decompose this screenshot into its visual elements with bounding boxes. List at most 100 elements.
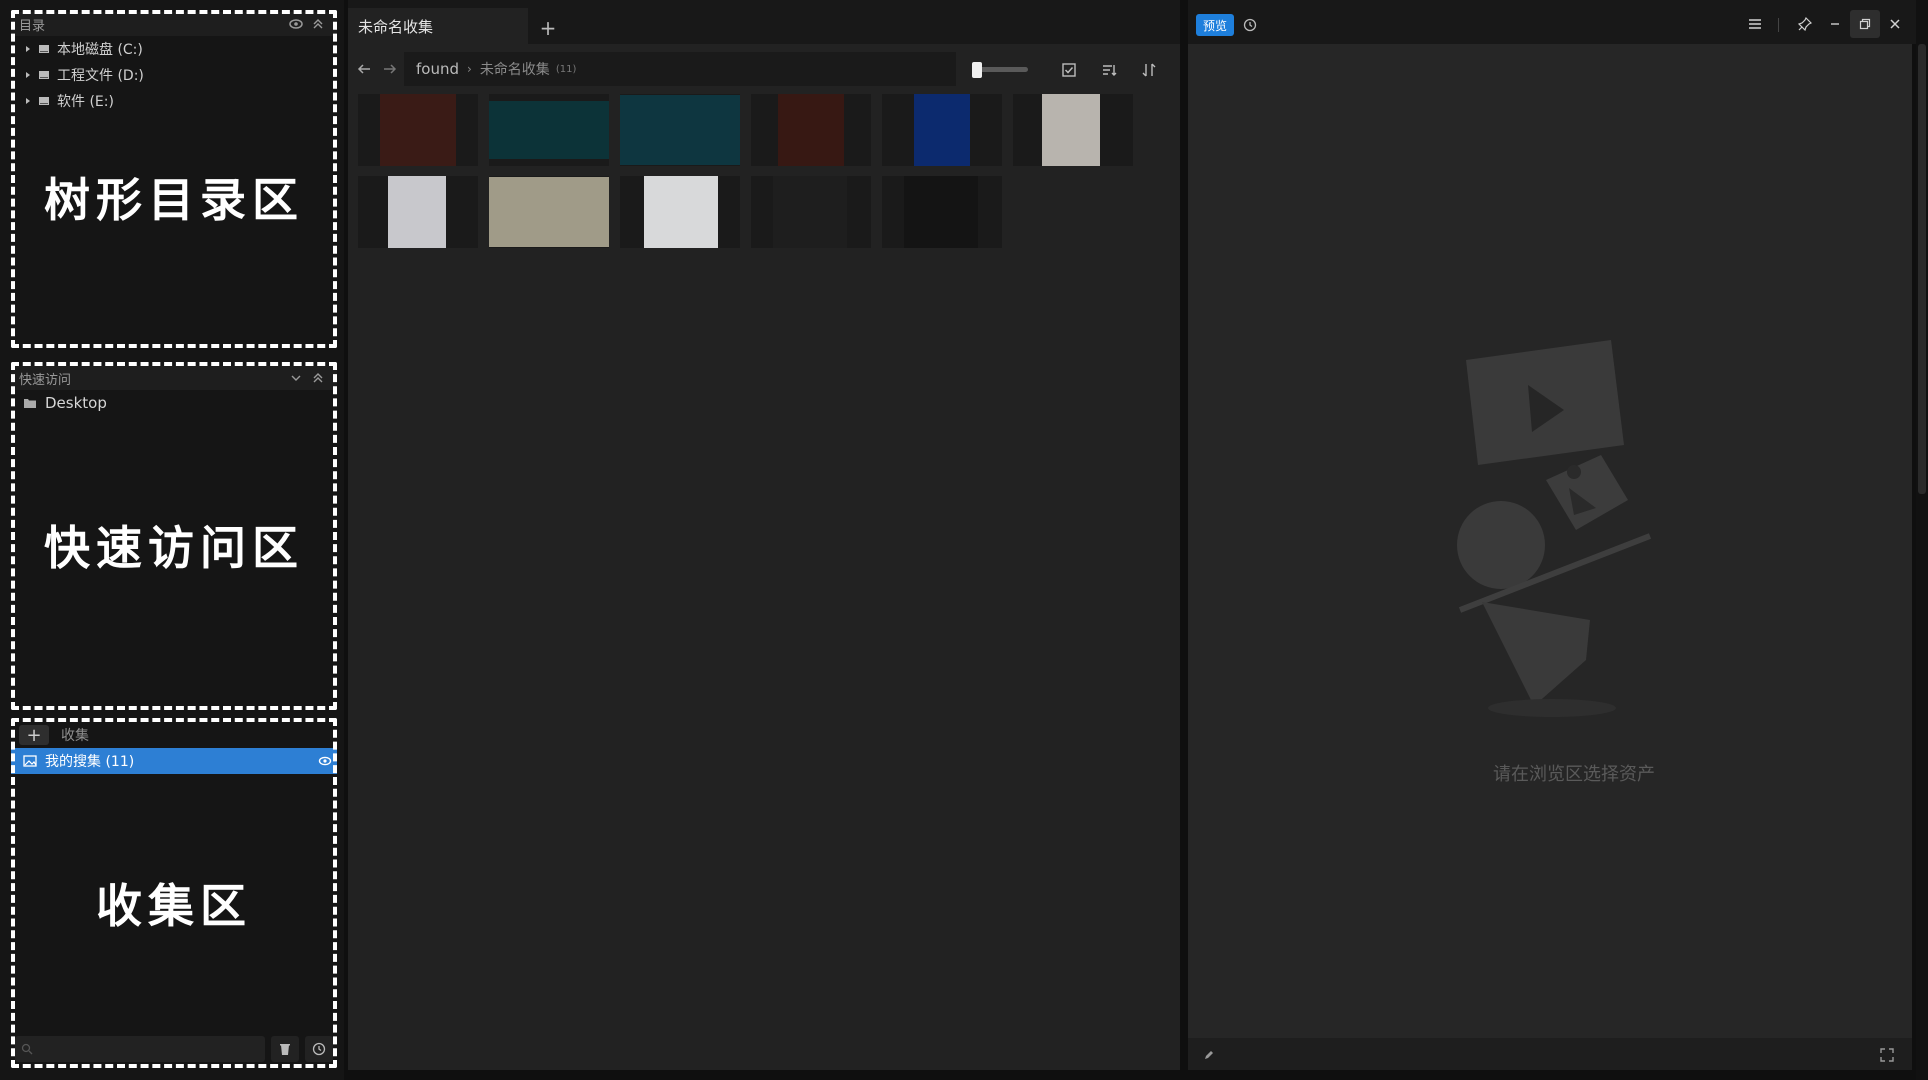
history-icon[interactable] [1238,14,1262,36]
caret-right-icon[interactable] [21,71,35,79]
close-icon[interactable] [1880,10,1910,38]
thumb-blue-robot [914,94,970,166]
collections-title: 收集 [61,728,89,744]
thumbnail-item[interactable] [489,94,609,166]
thumb-blue-machine [388,176,446,248]
preview-footer [1188,1038,1912,1070]
thumbnail-item[interactable] [489,176,609,248]
thumbnail-item[interactable] [358,176,478,248]
collection-search[interactable] [15,1036,265,1062]
thumb-night-city-2 [620,95,740,165]
tab-bar: 未命名收集 + [348,0,1180,44]
preview-placeholder-text: 请在浏览区选择资产 [1493,764,1655,785]
eye-icon[interactable] [285,13,307,35]
search-input[interactable] [33,1041,265,1057]
thumb-dark-shoe [773,176,847,248]
empty-preview-illustration [1456,340,1666,720]
caret-right-icon[interactable] [21,45,35,53]
edit-icon[interactable] [1198,1044,1220,1066]
caret-right-icon[interactable] [21,97,35,105]
tree-item-label: 工程文件 (D:) [57,68,144,84]
directory-title: 目录 [19,18,46,34]
collection-label: 我的搜集 (11) [45,754,135,770]
slider-knob[interactable] [972,62,982,78]
minimize-icon[interactable] [1820,10,1850,38]
forward-arrow-icon[interactable] [378,57,402,81]
quick-access-annotation: 快速访问区 [44,521,304,575]
thumb-yellow-radio [644,176,718,248]
tree-item-drive-d[interactable]: 工程文件 (D:) [11,62,337,88]
thumbnail-item[interactable] [882,94,1002,166]
chevron-down-icon[interactable] [285,367,307,389]
breadcrumb-current[interactable]: 未命名收集 [480,59,550,79]
quick-access-title: 快速访问 [19,372,72,388]
navigation-bar: found › 未命名收集 (11) [348,52,1180,86]
quick-access-label: Desktop [45,394,107,412]
collapse-icon[interactable] [307,13,329,35]
thumbnail-item[interactable] [751,94,871,166]
preview-mode-button[interactable]: 预览 [1196,14,1234,36]
fullscreen-icon[interactable] [1876,1044,1898,1066]
preview-topbar: 预览 [1188,0,1928,44]
thumb-red-figure-2 [778,94,844,166]
quick-access-item-desktop[interactable]: Desktop [11,390,337,416]
tab-label: 未命名收集 [358,17,434,36]
trash-button[interactable] [271,1036,299,1062]
thumb-colorful-poster [489,177,609,247]
add-tab-button[interactable]: + [534,14,562,42]
quick-access-header: 快速访问 [11,366,337,390]
select-all-icon[interactable] [1056,57,1082,83]
thumbnail-item[interactable] [1013,94,1133,166]
directory-tree: 本地磁盘 (C:) 工程文件 (D:) 软件 (E:) [11,36,337,114]
thumb-dark-sneaker [904,176,978,248]
topbar-divider [1778,18,1779,32]
directory-panel: 目录 本地磁盘 (C:) 工程文件 (D:) 软件 (E:) 树形目录区 [11,12,337,344]
left-footer [11,1034,337,1064]
preview-panel: 预览 请在浏览区选择资产 [1188,0,1928,1070]
folder-icon [21,397,39,409]
tab-unnamed-collection[interactable]: 未命名收集 [348,8,528,44]
history-button[interactable] [305,1036,333,1062]
browser-area: 未命名收集 + found › 未命名收集 (11) [348,0,1180,1070]
thumbnail-item[interactable] [358,94,478,166]
directory-annotation: 树形目录区 [44,173,304,227]
thumbnail-item[interactable] [620,94,740,166]
thumbnail-size-slider[interactable] [972,62,1028,78]
tree-item-drive-e[interactable]: 软件 (E:) [11,88,337,114]
collections-annotation: 收集区 [96,879,252,933]
directory-header: 目录 [11,12,337,36]
tree-item-label: 软件 (E:) [57,94,114,110]
collections-header: + 收集 [11,722,337,748]
collections-panel: + 收集 我的搜集 (11) 收集区 [11,722,337,1032]
collection-item-my-collection[interactable]: 我的搜集 (11) [11,748,337,774]
thumb-night-city [489,101,609,159]
tree-item-drive-c[interactable]: 本地磁盘 (C:) [11,36,337,62]
restore-icon[interactable] [1850,10,1880,38]
thumbnail-item[interactable] [620,176,740,248]
pin-icon[interactable] [1790,10,1820,38]
sort-order-icon[interactable] [1096,57,1122,83]
breadcrumb-root[interactable]: found [416,60,459,78]
item-count: (11) [555,63,577,75]
drive-icon [35,69,53,81]
collapse-icon[interactable] [307,367,329,389]
address-bar[interactable]: found › 未命名收集 (11) [404,52,956,86]
breadcrumb-separator-icon: › [467,62,472,76]
add-collection-button[interactable]: + [19,725,49,746]
tree-item-label: 本地磁盘 (C:) [57,42,143,58]
quick-access-panel: 快速访问 Desktop 快速访问区 [11,366,337,706]
back-arrow-icon[interactable] [352,57,376,81]
thumb-isometric [1042,94,1100,166]
eye-icon[interactable] [313,754,337,768]
scrollbar-thumb[interactable] [1918,44,1926,494]
search-icon [21,1043,33,1055]
thumb-red-figure [380,94,456,166]
sort-direction-icon[interactable] [1136,57,1162,83]
thumbnail-item[interactable] [751,176,871,248]
left-sidebar: 目录 本地磁盘 (C:) 工程文件 (D:) 软件 (E:) 树形目录区 快速访… [0,0,344,1080]
drive-icon [35,43,53,55]
menu-icon[interactable] [1740,10,1770,38]
drive-icon [35,95,53,107]
image-icon [21,755,39,767]
thumbnail-item[interactable] [882,176,1002,248]
